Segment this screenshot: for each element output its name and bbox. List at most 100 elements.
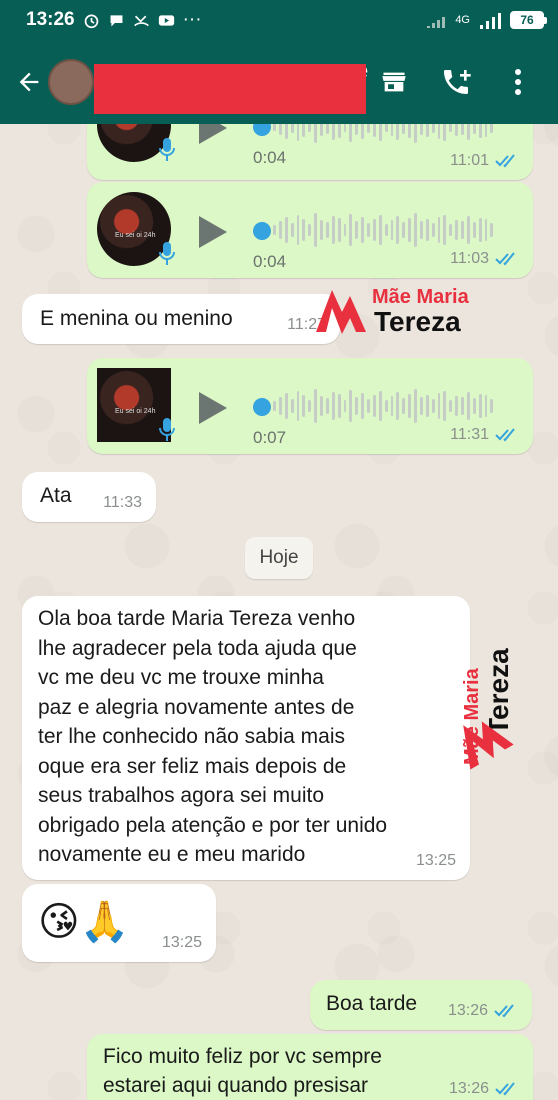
waveform-bar [337,394,341,418]
watermark-line2: Tereza [374,306,461,337]
waveform-bar [390,220,394,240]
read-ticks-icon [495,428,515,442]
message-time: 11:01 [450,152,489,169]
waveform-bar [349,214,353,246]
waveform-bar [302,395,306,417]
waveform-bar [425,395,429,417]
waveform-bar [390,396,394,416]
waveform-bar [296,215,300,245]
message-text: Fico muito feliz por vc sempre estarei a… [103,1045,382,1097]
message-text: Ola boa tarde Maria Tereza venho lhe agr… [38,607,388,866]
play-icon[interactable] [197,390,229,426]
waveform-bar [384,224,388,236]
waveform-bar [314,389,317,423]
network-type: 4G [455,14,470,26]
waveform-bar [478,218,482,242]
waveform-bar [278,397,282,415]
message-time: 11:31 [450,426,489,443]
waveform-bar [455,396,458,416]
voice-message-2[interactable]: Eu sei oi 24h 0:04 11:03 [87,182,533,278]
waveform-bar [355,221,359,239]
waveform-bar [408,394,411,418]
waveform-bar [461,221,464,239]
waveform-bar [431,223,435,237]
message-meta: 11:01 [450,152,519,170]
watermark: Mãe Maria Tereza [314,284,504,340]
message-time: 11:33 [103,494,142,511]
playback-position-knob[interactable] [253,222,271,240]
phone-plus-icon [444,70,471,94]
waveform-bar [378,215,382,245]
message-time: 11:03 [450,250,489,267]
message-emoji: 😘🙏 [38,900,130,944]
waveform-bar [437,393,441,419]
waveform-bar [325,398,329,414]
mic-icon [159,418,175,441]
incoming-message[interactable]: Ola boa tarde Maria Tereza venho lhe agr… [22,596,470,880]
waveform-bar [278,221,282,239]
message-meta: 11:03 [450,250,519,268]
name-redaction [94,64,366,114]
waveform-bar [302,219,306,241]
waveform-bar [443,215,447,245]
mic-icon [159,242,175,265]
incoming-message[interactable]: Ata 11:33 [22,472,156,522]
message-time: 13:26 [448,1080,489,1097]
outgoing-message[interactable]: Boa tarde 13:26 [310,980,532,1030]
voice-duration: 0:07 [253,428,287,447]
waveform-bar [314,213,317,247]
youtube-icon [158,14,174,26]
waveform-bar [472,222,476,238]
waveform-bar [378,391,382,421]
waveform-bar [402,222,406,238]
waveform-bar [331,392,335,420]
contact-avatar[interactable] [48,59,94,105]
waveform-bar [402,398,406,414]
waveform-bar [396,216,400,244]
voice-duration: 0:04 [253,252,287,271]
waveform-bar [320,220,323,240]
contact-info[interactable]: e online [94,52,368,117]
waveform-bar [484,219,488,241]
waveform-bar [343,400,347,412]
status-system-icons: 4G 76 [425,11,547,29]
date-divider: Hoje [245,537,313,579]
mic-icon [159,138,175,161]
incoming-message[interactable]: E menina ou menino 11:27 [22,294,340,344]
battery-indicator: 76 [510,11,547,29]
voice-message-3[interactable]: Eu sei oi 24h 0:07 11:31 [87,358,533,454]
chat-bubble-icon [110,14,123,26]
message-meta: 11:31 [450,426,519,444]
waveform-bar [290,399,294,413]
status-bar: 13:26 ··· 4G 76 [0,0,558,40]
waveform[interactable] [273,386,494,426]
message-time: 13:25 [161,934,202,951]
waveform-bar [437,217,441,243]
add-call-button[interactable] [440,66,472,98]
play-icon[interactable] [197,214,229,250]
waveform-bar [325,222,329,238]
message-meta: 13:25 [416,852,456,870]
waveform-bar [408,218,411,242]
catalog-button[interactable] [378,66,410,98]
waveform[interactable] [273,210,494,250]
waveform-bar [367,399,370,413]
cell-signal-icon [480,13,501,29]
waveform-bar [414,389,417,423]
waveform-bar [290,223,294,237]
message-time: 13:26 [447,1002,488,1019]
waveform-bar [331,216,335,244]
waveform-bar [443,391,447,421]
waveform-bar [449,400,453,412]
network-label: 4G [455,14,470,26]
back-button[interactable] [12,65,46,99]
incoming-message[interactable]: 😘🙏 13:25 [22,884,216,962]
waveform-bar [367,223,370,237]
more-options-button[interactable] [502,66,534,98]
waveform-bar [384,400,388,412]
waveform-bar [308,400,312,412]
chat-header: e online [0,40,558,124]
outgoing-message[interactable]: Fico muito feliz por vc sempre estarei a… [87,1034,533,1100]
read-ticks-icon [494,1004,514,1018]
playback-position-knob[interactable] [253,398,271,416]
